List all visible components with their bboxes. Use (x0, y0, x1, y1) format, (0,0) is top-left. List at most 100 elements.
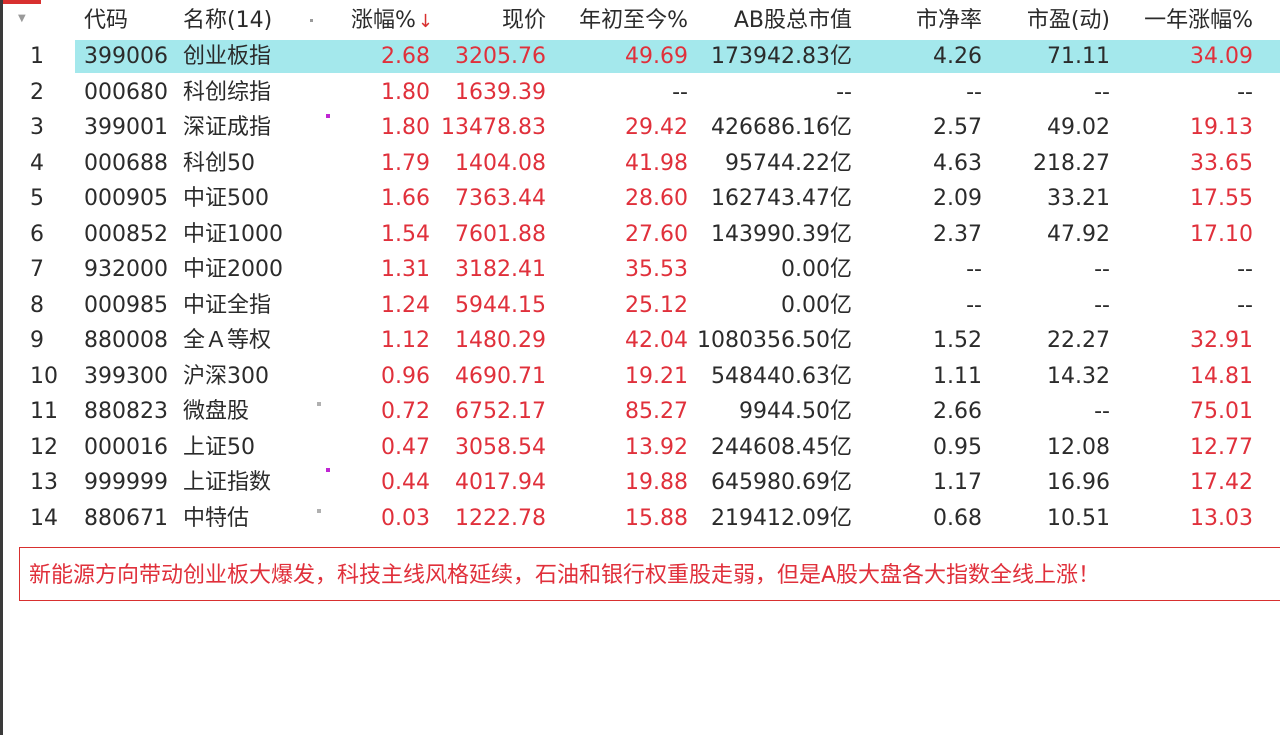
table-row[interactable]: 12 000016 上证50 0.47 3058.54 13.92 244608.45亿 0.… (0, 430, 1280, 466)
table-row[interactable]: 13 999999 上证指数 0.44 4017.94 19.88 645980.69亿 1.… (0, 465, 1280, 501)
cell-pe: -- (1094, 292, 1110, 318)
table-row[interactable]: 14 880671 中特估 0.03 1222.78 15.88 219412.09亿 0.6… (0, 501, 1280, 537)
row-index: 4 (30, 150, 44, 176)
cell-one-year: 12.77 (1190, 434, 1253, 460)
triangle-down-icon[interactable]: ▼ (18, 12, 32, 26)
cell-name: 沪深300 (183, 363, 269, 389)
cell-code: 932000 (84, 257, 168, 282)
header-name[interactable]: 名称(14) (183, 4, 272, 38)
cell-market-cap: 244608.45亿 (711, 434, 852, 460)
header-pb[interactable]: 市净率 (860, 4, 982, 38)
cell-change: 0.03 (381, 505, 430, 531)
table-row[interactable]: 7 932000 中证2000 1.31 3182.41 35.53 0.00亿 -- -- -- (0, 252, 1280, 288)
cell-name: 全Ａ等权 (183, 328, 272, 353)
cell-price: 3182.41 (455, 257, 546, 282)
cell-market-cap: 1080356.50亿 (697, 328, 852, 353)
cell-pe: 218.27 (1033, 150, 1110, 176)
table-row[interactable]: 1 399006 创业板指 2.68 3205.76 49.69 173942.83亿 4.2… (0, 39, 1280, 75)
table-row[interactable]: 2 000680 科创综指 1.80 1639.39 -- -- -- -- -- (0, 75, 1280, 111)
cell-code: 999999 (84, 470, 168, 495)
header-market-cap[interactable]: AB股总市值 (690, 4, 852, 38)
cell-market-cap: 548440.63亿 (711, 363, 852, 389)
cell-market-cap: 95744.22亿 (725, 150, 852, 176)
table-row[interactable]: 11 880823 微盘股 0.72 6752.17 85.27 9944.50亿 2.66 -… (0, 394, 1280, 430)
cell-price: 5944.15 (455, 292, 546, 318)
row-marker-dot (317, 402, 321, 406)
table-row[interactable]: 8 000985 中证全指 1.24 5944.15 25.12 0.00亿 -- -- -- (0, 288, 1280, 324)
cell-code: 000680 (84, 79, 168, 105)
cell-pb: 2.09 (933, 186, 982, 211)
cell-ytd: 27.60 (625, 221, 688, 247)
cell-pb: 1.52 (933, 328, 982, 353)
cell-code: 399001 (84, 115, 168, 140)
cell-pe: 22.27 (1047, 328, 1110, 353)
cell-change: 1.66 (381, 186, 430, 211)
cell-code: 399300 (84, 363, 168, 389)
column-resize-handle[interactable] (310, 19, 313, 22)
header-price[interactable]: 现价 (436, 4, 546, 38)
cell-code: 000016 (84, 434, 168, 460)
cell-ytd: 29.42 (625, 115, 688, 140)
row-index: 13 (30, 470, 58, 495)
cell-name: 科创综指 (183, 79, 272, 105)
cell-one-year: 75.01 (1190, 399, 1253, 424)
cell-one-year: 17.10 (1190, 221, 1253, 247)
cell-code: 880008 (84, 328, 168, 353)
cell-pe: 47.92 (1047, 221, 1110, 247)
row-index: 5 (30, 186, 44, 211)
cell-price: 1480.29 (455, 328, 546, 353)
table-row[interactable]: 9 880008 全Ａ等权 1.12 1480.29 42.04 1080356.50亿 1.… (0, 323, 1280, 359)
cell-pe: 71.11 (1047, 44, 1110, 69)
comment-box: 新能源方向带动创业板大爆发，科技主线风格延续，石油和银行权重股走弱，但是A股大盘… (19, 547, 1280, 601)
header-ytd[interactable]: 年初至今% (560, 4, 688, 38)
row-index: 9 (30, 328, 44, 353)
cell-pb: -- (966, 79, 982, 105)
cell-pe: 12.08 (1047, 434, 1110, 460)
header-code[interactable]: 代码 (84, 4, 128, 38)
cell-name: 上证50 (183, 434, 255, 460)
cell-ytd: -- (672, 79, 688, 105)
cell-ytd: 41.98 (625, 150, 688, 176)
cell-change: 2.68 (381, 44, 430, 69)
row-index: 1 (30, 44, 44, 69)
cell-code: 000852 (84, 221, 168, 247)
table-row[interactable]: 5 000905 中证500 1.66 7363.44 28.60 162743.47亿 2.… (0, 181, 1280, 217)
sort-desc-icon: ↓ (417, 11, 433, 32)
table-header: ▼ 代码 名称(14) 涨幅% ↓ 现价 年初至今% AB股总市值 市净率 市盈(… (0, 4, 1280, 38)
cell-pe: 10.51 (1047, 505, 1110, 531)
row-marker-dot (326, 114, 330, 118)
table-row[interactable]: 3 399001 深证成指 1.80 13478.83 29.42 426686.16亿 2.… (0, 110, 1280, 146)
cell-pe: -- (1094, 399, 1110, 424)
header-change[interactable]: 涨幅% ↓ (351, 4, 433, 38)
cell-change: 0.96 (381, 363, 430, 389)
cell-one-year: -- (1237, 79, 1253, 105)
cell-market-cap: 645980.69亿 (711, 470, 852, 495)
cell-one-year: 17.42 (1190, 470, 1253, 495)
cell-pb: -- (966, 292, 982, 318)
cell-pe: -- (1094, 79, 1110, 105)
table-row[interactable]: 10 399300 沪深300 0.96 4690.71 19.21 548440.63亿 1… (0, 359, 1280, 395)
cell-change: 1.80 (381, 115, 430, 140)
cell-pe: 33.21 (1047, 186, 1110, 211)
cell-name: 中特估 (183, 505, 250, 531)
row-index: 7 (30, 257, 44, 282)
cell-change: 0.47 (381, 434, 430, 460)
cell-one-year: 32.91 (1190, 328, 1253, 353)
header-one-year[interactable]: 一年涨幅% (1120, 4, 1253, 38)
cell-name: 中证2000 (183, 257, 283, 282)
cell-pb: 1.17 (933, 470, 982, 495)
cell-code: 000688 (84, 150, 168, 176)
cell-pe: 14.32 (1047, 363, 1110, 389)
cell-name: 深证成指 (183, 115, 272, 140)
cell-ytd: 13.92 (625, 434, 688, 460)
cell-market-cap: 0.00亿 (781, 257, 852, 282)
cell-pb: 1.11 (933, 363, 982, 389)
cell-one-year: -- (1237, 292, 1253, 318)
header-pe[interactable]: 市盈(动) (990, 4, 1110, 38)
table-row[interactable]: 6 000852 中证1000 1.54 7601.88 27.60 143990.39亿 2… (0, 217, 1280, 253)
cell-code: 000985 (84, 292, 168, 318)
cell-price: 1222.78 (455, 505, 546, 531)
cell-market-cap: 173942.83亿 (711, 44, 852, 69)
row-marker-dot (326, 468, 330, 472)
table-row[interactable]: 4 000688 科创50 1.79 1404.08 41.98 95744.22亿 4.63… (0, 146, 1280, 182)
